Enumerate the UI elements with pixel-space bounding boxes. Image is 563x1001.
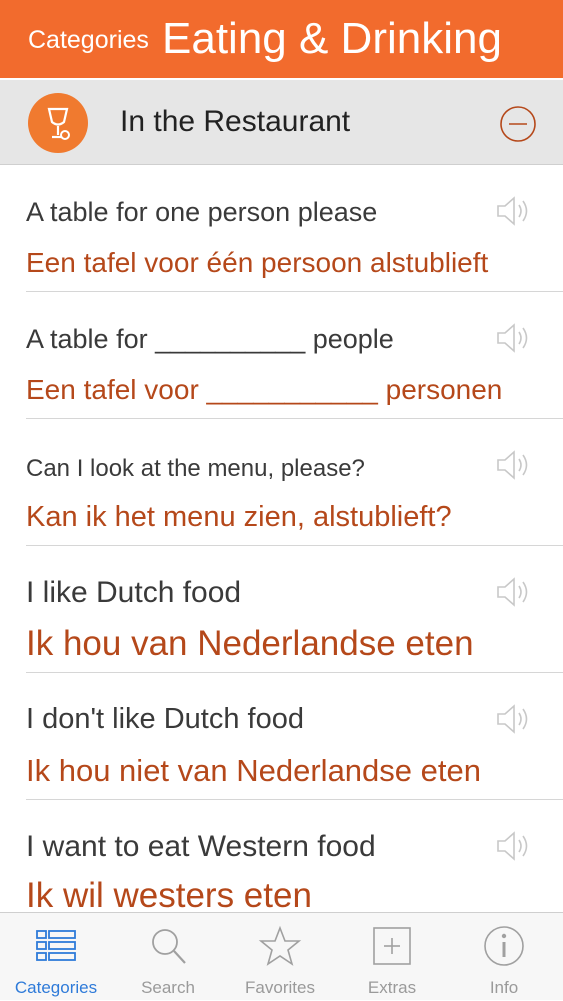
dutch-phrase: Een tafel voor ___________ personen	[26, 374, 503, 405]
section-header[interactable]: In the Restaurant	[0, 80, 563, 165]
tab-label: Favorites	[245, 978, 315, 997]
speaker-icon[interactable]	[494, 320, 536, 356]
plus-box-icon	[373, 927, 411, 965]
english-phrase: I like Dutch food	[26, 576, 242, 609]
english-phrase: I want to eat Western food	[26, 830, 376, 863]
navigation-bar: Categories Eating & Drinking	[0, 0, 563, 78]
tab-label: Categories	[14, 978, 98, 997]
dutch-phrase: Een tafel voor één persoon alstublieft	[26, 247, 489, 278]
english-phrase: Can I look at the menu, please?	[26, 455, 365, 482]
magnifier-icon	[152, 929, 186, 964]
english-phrase: A table for one person please	[26, 197, 378, 227]
category-badge	[28, 93, 88, 153]
phrase-row[interactable]: I like Dutch food Ik hou van Nederlandse…	[26, 546, 563, 673]
tab-bar: Categories Search Favorites Extras Info	[0, 912, 563, 1000]
wine-glass-icon	[47, 107, 70, 140]
info-circle-icon	[484, 926, 524, 966]
list-grid-icon	[36, 930, 76, 961]
phrase-row[interactable]: I want to eat Western food Ik wil wester…	[26, 800, 563, 927]
dutch-phrase: Kan ik het menu zien, alstublieft?	[26, 501, 452, 533]
star-icon	[258, 925, 302, 966]
minus-circle-icon[interactable]	[499, 105, 537, 143]
tab-label: Info	[489, 978, 519, 997]
dutch-phrase: Ik hou van Nederlandse eten	[26, 624, 474, 663]
phrase-list: A table for one person please Een tafel …	[0, 165, 563, 927]
dutch-phrase: Ik wil westers eten	[26, 876, 312, 915]
tab-categories[interactable]: Categories	[0, 913, 112, 1001]
speaker-icon[interactable]	[494, 447, 536, 483]
speaker-icon[interactable]	[494, 574, 536, 610]
page-title: Eating & Drinking	[162, 14, 502, 63]
english-phrase: I don't like Dutch food	[26, 703, 304, 735]
phrase-row[interactable]: A table for one person please Een tafel …	[26, 165, 563, 292]
section-title: In the Restaurant	[120, 105, 351, 138]
tab-search[interactable]: Search	[112, 913, 224, 1001]
speaker-icon[interactable]	[494, 193, 536, 229]
tab-favorites[interactable]: Favorites	[224, 913, 336, 1001]
phrase-row[interactable]: I don't like Dutch food Ik hou niet van …	[26, 673, 563, 800]
phrase-row[interactable]: Can I look at the menu, please? Kan ik h…	[26, 419, 563, 546]
tab-info[interactable]: Info	[448, 913, 560, 1001]
dutch-phrase: Ik hou niet van Nederlandse eten	[26, 753, 481, 788]
speaker-icon[interactable]	[494, 701, 536, 737]
tab-label: Search	[141, 978, 195, 997]
english-phrase: A table for __________ people	[26, 324, 394, 354]
phrase-row[interactable]: A table for __________ people Een tafel …	[26, 292, 563, 419]
speaker-icon[interactable]	[494, 828, 536, 864]
tab-label: Extras	[367, 978, 417, 997]
back-to-categories-button[interactable]: Categories	[28, 26, 149, 55]
tab-extras[interactable]: Extras	[336, 913, 448, 1001]
